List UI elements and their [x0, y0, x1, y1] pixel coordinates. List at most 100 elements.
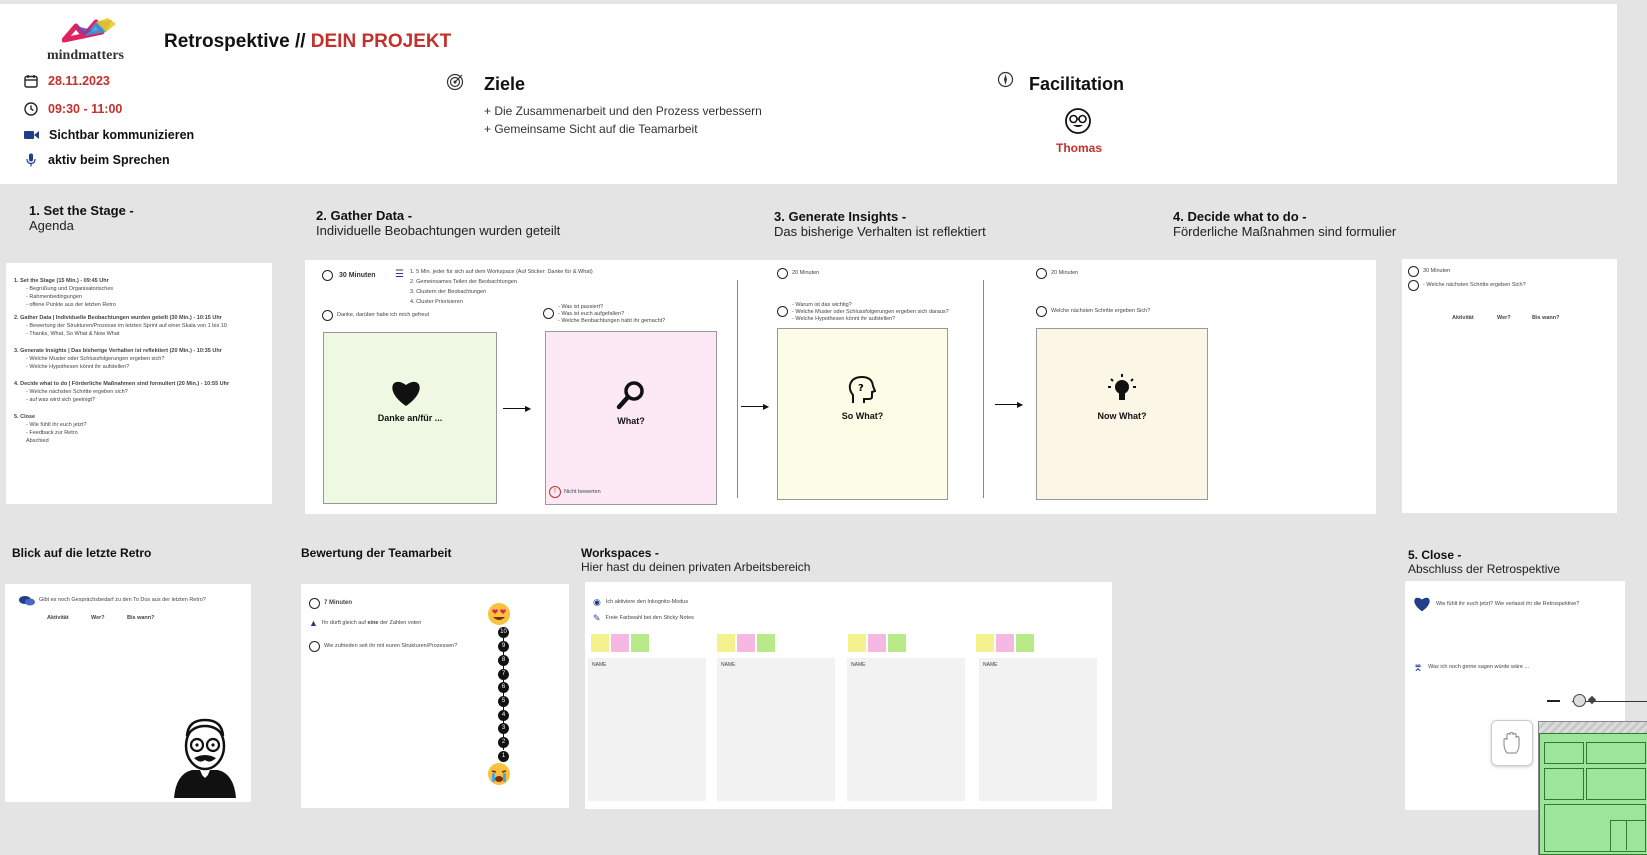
hand-tool-button[interactable]	[1491, 720, 1533, 766]
target-icon	[446, 73, 464, 91]
page-title: Retrospektive // DEIN PROJEKT	[164, 31, 451, 53]
checklist-icon: ☰	[395, 269, 404, 280]
thanks-card-label: Danke an/für ...	[377, 413, 443, 423]
calendar-icon	[24, 75, 38, 88]
video-camera-icon	[24, 131, 39, 139]
sticky-note-pink[interactable]	[611, 634, 629, 652]
thanks-card[interactable]: Danke an/für ...	[323, 332, 497, 504]
goal-2: + Gemeinsame Sicht auf die Teamarbeit	[484, 122, 698, 136]
clock-icon	[1036, 268, 1047, 279]
title-project: DEIN PROJEKT	[310, 31, 452, 52]
heart-eyes-emoji-icon	[488, 603, 510, 625]
actions-col-who: Wer?	[1497, 315, 1511, 321]
scale-point-5[interactable]: 5	[498, 696, 509, 707]
zoom-out-button[interactable]	[1547, 700, 1560, 702]
last-retro-panel[interactable]: Gibt es noch Gesprächsbedarf zu den To D…	[5, 584, 251, 802]
scale-point-8[interactable]: 8	[498, 655, 509, 666]
workspace-area-2[interactable]: NAME	[717, 658, 835, 801]
gather-insights-decide-panel[interactable]: 30 Minuten ☰ 1. 5 Min. jeder für sich au…	[305, 260, 1376, 514]
microphone-icon	[26, 153, 36, 167]
sticky-note-yellow[interactable]	[976, 634, 994, 652]
nerd-face-icon	[1065, 108, 1091, 134]
sticky-note-green[interactable]	[1016, 634, 1034, 652]
workspace-area-4[interactable]: NAME	[979, 658, 1097, 801]
sticky-note-yellow[interactable]	[591, 634, 609, 652]
decide-question: Welche nächsten Schritte ergeben Sich?	[1036, 306, 1150, 317]
so-what-card-label: So What?	[841, 411, 884, 421]
arrow-right-1-head: ▶	[525, 404, 532, 413]
logo-text: mindmatters	[47, 48, 124, 63]
facilitation-title: Facilitation	[1029, 74, 1125, 94]
goals-title: Ziele	[484, 74, 526, 94]
incognito-icon: ◉	[593, 597, 601, 607]
minimap-viewport[interactable]	[1539, 733, 1647, 855]
insights-questions: - Warum ist das wichtig? - Welche Muster…	[777, 302, 949, 323]
actions-col-activity: Aktivität	[1452, 315, 1474, 321]
time-text: 09:30 - 11:00	[48, 102, 123, 116]
scale-point-10[interactable]: 10	[498, 627, 509, 638]
actions-panel[interactable]: 30 Minuten - Welche nächsten Schritte er…	[1402, 259, 1617, 513]
thinking-head-icon: ?	[848, 375, 876, 403]
goal-1: + Die Zusammenarbeit und den Prozess ver…	[484, 104, 762, 118]
sticky-note-green[interactable]	[631, 634, 649, 652]
scale-point-2[interactable]: 2	[498, 737, 509, 748]
rule-text-1: Sichtbar kommunizieren	[49, 128, 195, 142]
now-what-card[interactable]: Now What?	[1036, 328, 1208, 500]
crying-emoji-icon	[488, 763, 510, 785]
minimap[interactable]	[1538, 721, 1647, 855]
question-icon	[309, 641, 320, 652]
clock-icon	[24, 102, 38, 116]
rule-row-1: Sichtbar kommunizieren	[24, 128, 194, 142]
vote-stamp-icon: ▲	[309, 618, 318, 628]
workspace-rule-2: ✎ Freie Farbwahl bei den Sticky Notes	[593, 613, 694, 623]
sticky-note-yellow[interactable]	[848, 634, 866, 652]
last-retro-question: Gibt es noch Gesprächsbedarf zu den To D…	[19, 595, 206, 606]
scale-point-6[interactable]: 6	[498, 682, 509, 693]
agenda-panel[interactable]: 1. Set the Stage (15 Min.) - 09:45 Uhr -…	[6, 263, 272, 504]
workspaces-heading: Workspaces - Hier hast du deinen private…	[581, 546, 811, 574]
scale-point-7[interactable]: 7	[498, 669, 509, 680]
scale-point-4[interactable]: 4	[498, 710, 509, 721]
date-row: 28.11.2023	[24, 74, 110, 88]
speech-bubbles-icon	[19, 596, 35, 606]
rating-panel[interactable]: 7 Minuten ▲ Ihr dürft gleich auf eine de…	[301, 584, 569, 808]
scale-point-1[interactable]: 1	[498, 751, 509, 762]
time-row: 09:30 - 11:00	[24, 102, 122, 116]
divider-2	[983, 280, 984, 498]
divider-1	[737, 280, 738, 498]
mindmatters-logo-icon	[62, 18, 116, 43]
sticky-note-pink[interactable]	[996, 634, 1014, 652]
workspaces-panel[interactable]: ◉ Ich aktiviere den Inkognito-Modus ✎ Frei…	[585, 582, 1112, 809]
stage-4-heading: 4. Decide what to do - Förderliche Maßna…	[1173, 209, 1397, 239]
workspace-area-3[interactable]: NAME	[847, 658, 965, 801]
palette-icon: ✎	[593, 613, 601, 623]
sticky-note-yellow[interactable]	[717, 634, 735, 652]
header-panel: mindmatters Retrospektive // DEIN PROJEK…	[0, 4, 1617, 184]
stage-1-heading: 1. Set the Stage - Agenda	[29, 203, 134, 233]
professor-avatar-icon	[174, 718, 236, 798]
arrow-right-3-head: ▶	[1017, 400, 1024, 409]
workspace-area-1[interactable]: NAME	[588, 658, 706, 801]
actions-col-when: Bis wann?	[1532, 315, 1560, 321]
scale-point-3[interactable]: 3	[498, 723, 509, 734]
rating-instruction: ▲ Ihr dürft gleich auf eine der Zahlen v…	[309, 618, 422, 628]
zoom-slider-handle[interactable]	[1573, 694, 1586, 707]
actions-question: - Welche nächsten Schritte ergeben Sich?	[1408, 280, 1526, 291]
compass-icon	[997, 71, 1014, 88]
svg-text:?: ?	[858, 383, 864, 394]
so-what-card[interactable]: ? So What?	[777, 328, 948, 500]
last-retro-col-when: Bis wann?	[127, 615, 155, 621]
facilitator-name: Thomas	[1056, 141, 1103, 155]
sticky-note-pink[interactable]	[868, 634, 886, 652]
gather-steps: 1. 5 Min. jeder für sich auf dem Workspa…	[410, 269, 593, 305]
what-card[interactable]: What? ! Nicht bewerten	[545, 331, 717, 505]
presenter-icon: ⌆	[1413, 660, 1424, 674]
scale-point-9[interactable]: 9	[498, 641, 509, 652]
close-question-2: ⌆ Was ich noch gerne sagen würde wäre ..…	[1413, 660, 1530, 674]
stage-2-heading: 2. Gather Data - Individuelle Beobachtun…	[316, 208, 561, 238]
last-retro-title: Blick auf die letzte Retro	[12, 546, 152, 560]
sticky-note-green[interactable]	[888, 634, 906, 652]
decide-duration: 20 Minuten	[1036, 268, 1078, 279]
sticky-note-pink[interactable]	[737, 634, 755, 652]
sticky-note-green[interactable]	[757, 634, 775, 652]
